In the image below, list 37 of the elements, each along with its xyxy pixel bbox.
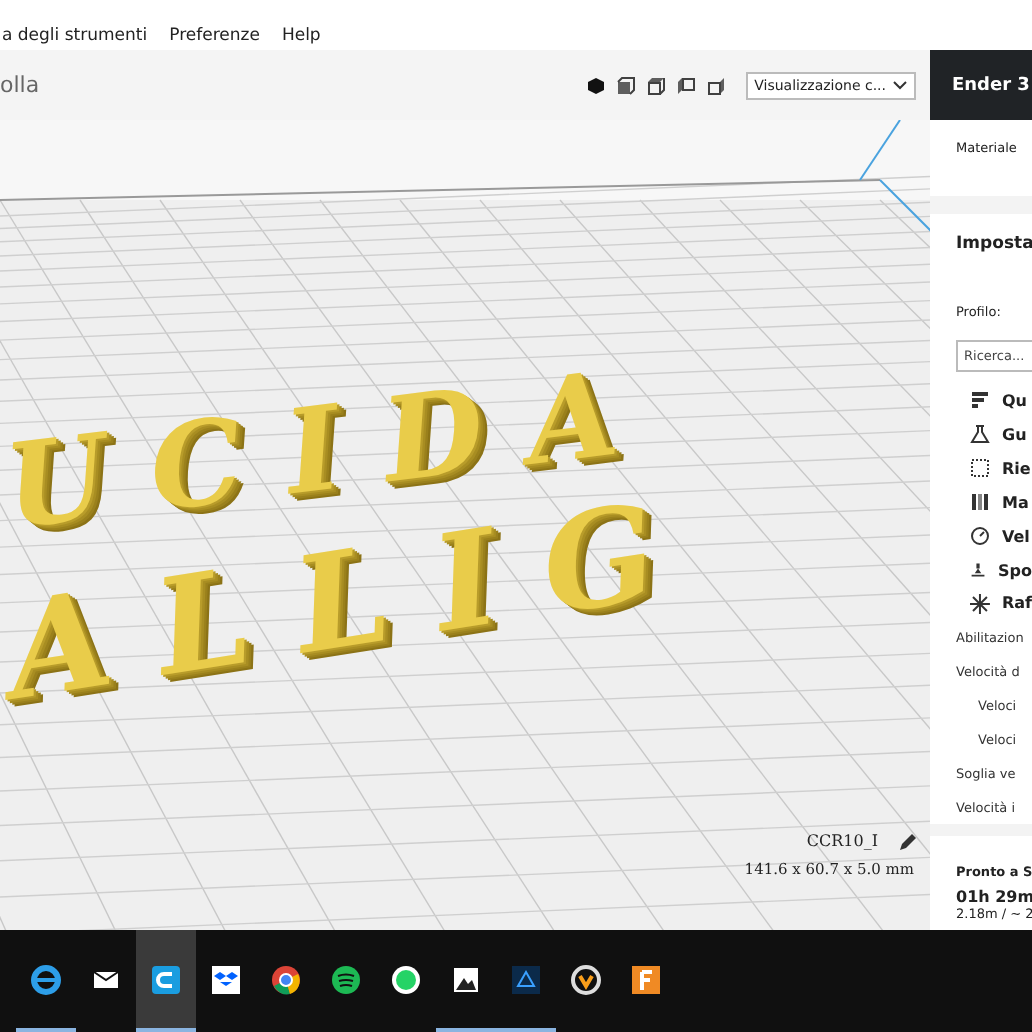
fan-icon (970, 593, 990, 614)
settings-category[interactable]: Spo (998, 561, 1032, 580)
camera-view-button[interactable] (646, 75, 667, 95)
layers-icon (970, 390, 990, 411)
toolbar-title: olla (0, 72, 42, 98)
camera-view-button[interactable] (586, 75, 607, 95)
camera-view-button[interactable] (706, 75, 727, 95)
settings-category[interactable]: Rie (1002, 459, 1031, 478)
box-logo-icon (210, 963, 242, 995)
flask-icon (970, 424, 990, 445)
settings-category[interactable]: Gu (1002, 425, 1027, 444)
settings-category[interactable]: Ma (1002, 493, 1029, 512)
f-logo-icon (630, 963, 662, 995)
bars-icon (970, 492, 990, 513)
settings-title: Imposta (954, 232, 1032, 258)
camera-view-button[interactable] (676, 75, 697, 95)
circle-logo-icon (270, 963, 302, 995)
menu-item[interactable]: a degli strumenti (0, 26, 150, 46)
nozzle-icon (970, 560, 987, 581)
pencil-icon[interactable] (898, 832, 918, 852)
settings-category[interactable]: Qu (1002, 391, 1027, 410)
caret-icon (892, 78, 908, 92)
camera-view-button[interactable] (616, 75, 637, 95)
object-name: CCR10_I (806, 832, 878, 850)
taskbar-app[interactable] (136, 930, 196, 1032)
dotted-square-icon (970, 458, 990, 479)
gauge-icon (970, 526, 990, 547)
menu-item[interactable]: Help (279, 26, 323, 46)
settings-category[interactable]: Raf (1001, 594, 1032, 613)
e-browser-icon (30, 963, 62, 995)
music-logo-icon (330, 963, 362, 995)
mountain-picture-icon (450, 963, 482, 995)
c-logo-icon (150, 963, 182, 995)
settings-category[interactable]: Vel (1002, 527, 1030, 546)
network-icon (510, 963, 542, 995)
menu-item[interactable]: Preferenze (167, 26, 262, 46)
ring-logo-icon (570, 963, 602, 995)
